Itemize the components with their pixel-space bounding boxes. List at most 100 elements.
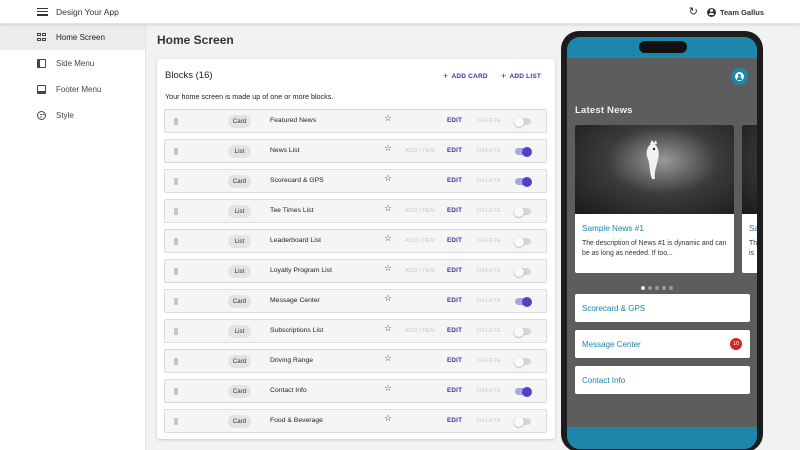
drag-handle-icon[interactable] xyxy=(174,178,178,185)
carousel-dot[interactable] xyxy=(641,286,645,290)
visibility-toggle[interactable] xyxy=(514,326,531,337)
star-icon[interactable]: ☆ xyxy=(384,414,392,423)
message-center-button[interactable]: Message Center 10 xyxy=(575,330,750,358)
visibility-toggle[interactable] xyxy=(515,386,532,397)
delete-button[interactable]: DELETE xyxy=(477,388,501,394)
sidebar-item-home-screen[interactable]: Home Screen xyxy=(0,24,145,50)
drag-handle-icon[interactable] xyxy=(174,238,178,245)
sidebar-item-footer-menu[interactable]: Footer Menu xyxy=(0,76,145,102)
add-item-button[interactable]: ADD ITEM xyxy=(405,268,435,274)
delete-button[interactable]: DELETE xyxy=(477,328,501,334)
delete-button[interactable]: DELETE xyxy=(477,298,501,304)
phone-status-bar xyxy=(567,37,757,58)
drag-handle-icon[interactable] xyxy=(174,298,178,305)
star-icon[interactable]: ☆ xyxy=(384,324,392,333)
star-icon[interactable]: ☆ xyxy=(384,114,392,123)
delete-button[interactable]: DELETE xyxy=(477,238,501,244)
star-icon[interactable]: ☆ xyxy=(384,204,392,213)
add-card-button[interactable]: + ADD CARD xyxy=(443,71,488,81)
delete-button[interactable]: DELETE xyxy=(477,148,501,154)
edit-button[interactable]: EDIT xyxy=(447,357,462,364)
drag-handle-icon[interactable] xyxy=(174,358,178,365)
hamburger-menu-icon[interactable] xyxy=(37,7,48,16)
block-row[interactable]: List News List ☆ ADD ITEM EDIT DELETE xyxy=(164,139,547,163)
carousel-dot[interactable] xyxy=(655,286,659,290)
team-name[interactable]: Team Gallus xyxy=(720,8,764,17)
sidebar-item-label: Footer Menu xyxy=(56,84,102,94)
carousel-dot[interactable] xyxy=(669,286,673,290)
delete-button[interactable]: DELETE xyxy=(477,178,501,184)
edit-button[interactable]: EDIT xyxy=(447,267,462,274)
edit-button[interactable]: EDIT xyxy=(447,147,462,154)
sidebar: Home Screen Side Menu Footer Menu Style xyxy=(0,24,146,450)
delete-button[interactable]: DELETE xyxy=(477,418,501,424)
refresh-icon[interactable]: ↻ xyxy=(689,6,698,18)
edit-button[interactable]: EDIT xyxy=(447,417,462,424)
edit-button[interactable]: EDIT xyxy=(447,327,462,334)
scorecard-gps-button[interactable]: Scorecard & GPS xyxy=(575,294,750,322)
edit-button[interactable]: EDIT xyxy=(447,387,462,394)
star-icon[interactable]: ☆ xyxy=(384,174,392,183)
carousel-dot[interactable] xyxy=(662,286,666,290)
drag-handle-icon[interactable] xyxy=(174,388,178,395)
drag-handle-icon[interactable] xyxy=(174,208,178,215)
delete-button[interactable]: DELETE xyxy=(477,268,501,274)
add-item-button[interactable]: ADD ITEM xyxy=(405,238,435,244)
block-row[interactable]: List Tee Times List ☆ ADD ITEM EDIT DELETE xyxy=(164,199,547,223)
visibility-toggle[interactable] xyxy=(514,416,531,427)
edit-button[interactable]: EDIT xyxy=(447,117,462,124)
block-row[interactable]: Card Featured News ☆ EDIT DELETE xyxy=(164,109,547,133)
edit-button[interactable]: EDIT xyxy=(447,177,462,184)
block-row[interactable]: List Leaderboard List ☆ ADD ITEM EDIT DELETE xyxy=(164,229,547,253)
visibility-toggle[interactable] xyxy=(515,146,532,157)
contact-info-button[interactable]: Contact Info xyxy=(575,366,750,394)
drag-handle-icon[interactable] xyxy=(174,118,178,125)
edit-button[interactable]: EDIT xyxy=(447,207,462,214)
drag-handle-icon[interactable] xyxy=(174,148,178,155)
visibility-toggle[interactable] xyxy=(515,296,532,307)
visibility-toggle[interactable] xyxy=(514,356,531,367)
visibility-toggle[interactable] xyxy=(514,236,531,247)
drag-handle-icon[interactable] xyxy=(174,418,178,425)
star-icon[interactable]: ☆ xyxy=(384,144,392,153)
add-item-button[interactable]: ADD ITEM xyxy=(405,208,435,214)
star-icon[interactable]: ☆ xyxy=(384,354,392,363)
add-list-button[interactable]: + ADD LIST xyxy=(501,71,541,81)
add-item-button[interactable]: ADD ITEM xyxy=(405,328,435,334)
account-icon[interactable] xyxy=(706,7,716,17)
carousel-dot[interactable] xyxy=(648,286,652,290)
delete-button[interactable]: DELETE xyxy=(477,208,501,214)
profile-button[interactable] xyxy=(731,68,748,85)
block-row[interactable]: Card Driving Range ☆ EDIT DELETE xyxy=(164,349,547,373)
block-name: Subscriptions List xyxy=(270,327,324,334)
phone-button-label: Scorecard & GPS xyxy=(582,303,646,313)
visibility-toggle[interactable] xyxy=(514,266,531,277)
sidebar-item-style[interactable]: Style xyxy=(0,102,145,128)
block-row[interactable]: Card Food & Beverage ☆ EDIT DELETE xyxy=(164,409,547,433)
news-card-peek[interactable]: Sa Th is xyxy=(742,125,757,273)
delete-button[interactable]: DELETE xyxy=(477,358,501,364)
block-row[interactable]: List Loyalty Program List ☆ ADD ITEM EDIT DEL… xyxy=(164,259,547,283)
sidebar-item-side-menu[interactable]: Side Menu xyxy=(0,50,145,76)
visibility-toggle[interactable] xyxy=(514,206,531,217)
block-row[interactable]: Card Scorecard & GPS ☆ EDIT DELETE xyxy=(164,169,547,193)
add-card-label: ADD CARD xyxy=(451,72,488,80)
block-row[interactable]: Card Message Center ☆ EDIT DELETE xyxy=(164,289,547,313)
edit-button[interactable]: EDIT xyxy=(447,237,462,244)
add-item-button[interactable]: ADD ITEM xyxy=(405,148,435,154)
toggle-knob xyxy=(522,296,532,307)
star-icon[interactable]: ☆ xyxy=(384,384,392,393)
star-icon[interactable]: ☆ xyxy=(384,234,392,243)
news-image xyxy=(575,125,734,214)
block-row[interactable]: List Subscriptions List ☆ ADD ITEM EDIT DELET… xyxy=(164,319,547,343)
delete-button[interactable]: DELETE xyxy=(477,118,501,124)
block-row[interactable]: Card Contact Info ☆ EDIT DELETE xyxy=(164,379,547,403)
star-icon[interactable]: ☆ xyxy=(384,264,392,273)
news-card[interactable]: Sample News #1 The description of News #… xyxy=(575,125,734,273)
edit-button[interactable]: EDIT xyxy=(447,297,462,304)
visibility-toggle[interactable] xyxy=(515,176,532,187)
visibility-toggle[interactable] xyxy=(514,116,531,127)
drag-handle-icon[interactable] xyxy=(174,268,178,275)
star-icon[interactable]: ☆ xyxy=(384,294,392,303)
drag-handle-icon[interactable] xyxy=(174,328,178,335)
